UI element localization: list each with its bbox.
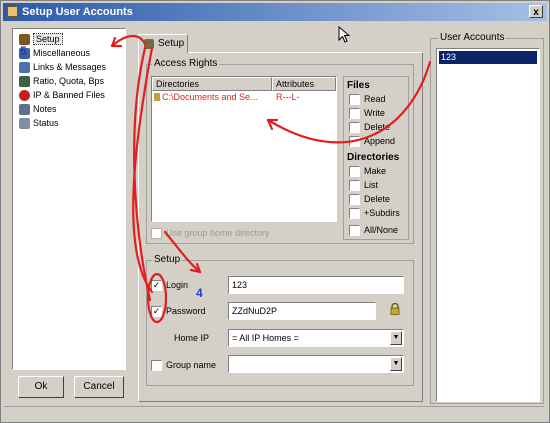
status-icon (19, 118, 30, 129)
directories-title: Directories (347, 152, 400, 163)
chevron-down-icon[interactable]: ▼ (390, 357, 402, 371)
all-none-label: All/None (364, 225, 399, 235)
folder-icon (154, 93, 160, 101)
tree-item-label: Status (33, 118, 59, 128)
group-name-checkbox[interactable] (151, 360, 162, 371)
directory-path[interactable]: C:\Documents and Se... (162, 92, 258, 102)
tab-setup[interactable]: Setup (138, 34, 188, 53)
group-name-select[interactable]: ▼ (228, 355, 404, 373)
append-label: Append (364, 136, 396, 146)
tree-item-label: IP & Banned Files (33, 90, 105, 100)
make-checkbox[interactable] (349, 166, 360, 177)
tree-item-miscellaneous[interactable]: Miscellaneous (19, 47, 91, 60)
tree-item-ip-banned[interactable]: IP & Banned Files (19, 89, 105, 102)
home-ip-select[interactable]: = All IP Homes = ▼ (228, 329, 404, 347)
dir-delete-label: Delete (364, 194, 391, 204)
ban-icon (19, 90, 30, 101)
tree-item-links-messages[interactable]: Links & Messages (19, 61, 107, 74)
column-header-directories[interactable]: Directories (152, 77, 272, 91)
write-label: Write (364, 108, 385, 118)
list-label: List (364, 180, 379, 190)
login-checkbox[interactable]: ✓ (151, 280, 162, 291)
list-checkbox[interactable] (349, 180, 360, 191)
directory-attributes: R---L- (276, 92, 300, 102)
password-field[interactable]: ZZdNuD2P (228, 302, 376, 320)
home-ip-label: Home IP (174, 333, 210, 343)
setup-group-title: Setup (152, 254, 183, 265)
files-title: Files (347, 80, 370, 91)
password-label: Password (166, 306, 206, 316)
file-delete-checkbox[interactable] (349, 122, 360, 133)
subdirs-checkbox[interactable] (349, 208, 360, 219)
ok-button[interactable]: Ok (18, 376, 64, 398)
group-name-label: Group name (166, 360, 217, 370)
access-rights-title: Access Rights (152, 58, 220, 69)
annotation-number-4: 4 (196, 286, 203, 300)
tree-item-ratio-quota[interactable]: Ratio, Quota, Bps (19, 75, 105, 88)
close-button[interactable]: x (529, 5, 543, 18)
window-title: Setup User Accounts (22, 6, 133, 18)
links-icon (19, 62, 30, 73)
user-accounts-list[interactable]: 123 (436, 48, 540, 402)
status-bar (4, 406, 544, 419)
annotation-number-5: 5 (20, 44, 27, 58)
tree-item-status[interactable]: Status (19, 117, 59, 130)
tab-label: Setup (158, 38, 185, 49)
tree-item-setup[interactable]: Setup (19, 33, 63, 46)
make-label: Make (364, 166, 387, 176)
all-none-checkbox[interactable] (349, 225, 360, 236)
list-item[interactable]: 123 (439, 51, 537, 64)
window-icon (7, 6, 18, 17)
password-checkbox[interactable]: ✓ (151, 306, 162, 317)
tree-item-label: Notes (33, 104, 57, 114)
dir-delete-checkbox[interactable] (349, 194, 360, 205)
home-ip-value: = All IP Homes = (232, 333, 299, 343)
tree-item-label: Ratio, Quota, Bps (33, 76, 105, 86)
read-checkbox[interactable] (349, 94, 360, 105)
lock-icon[interactable] (390, 302, 400, 315)
append-checkbox[interactable] (349, 136, 360, 147)
user-accounts-title: User Accounts (438, 32, 507, 43)
login-field[interactable]: 123 (228, 276, 404, 294)
login-label: Login (166, 280, 189, 290)
write-checkbox[interactable] (349, 108, 360, 119)
read-label: Read (364, 94, 386, 104)
notes-icon (19, 104, 30, 115)
tree-item-notes[interactable]: Notes (19, 103, 57, 116)
chevron-down-icon[interactable]: ▼ (390, 331, 402, 345)
file-delete-label: Delete (364, 122, 391, 132)
ratio-icon (19, 76, 30, 87)
group-home-dir-checkbox[interactable] (151, 228, 162, 239)
tree-item-label: Setup (33, 33, 63, 45)
group-home-dir-label: Use group home directory (166, 228, 270, 238)
settings-tree: Setup Miscellaneous Links & Messages Rat… (12, 28, 126, 370)
subdirs-label: +Subdirs (364, 208, 400, 218)
tree-item-label: Links & Messages (33, 62, 107, 72)
title-bar: Setup User Accounts x (3, 3, 547, 21)
setup-tab-icon (144, 39, 154, 49)
column-header-attributes[interactable]: Attributes (272, 77, 336, 91)
tree-item-label: Miscellaneous (33, 48, 91, 58)
cancel-button[interactable]: Cancel (74, 376, 124, 398)
